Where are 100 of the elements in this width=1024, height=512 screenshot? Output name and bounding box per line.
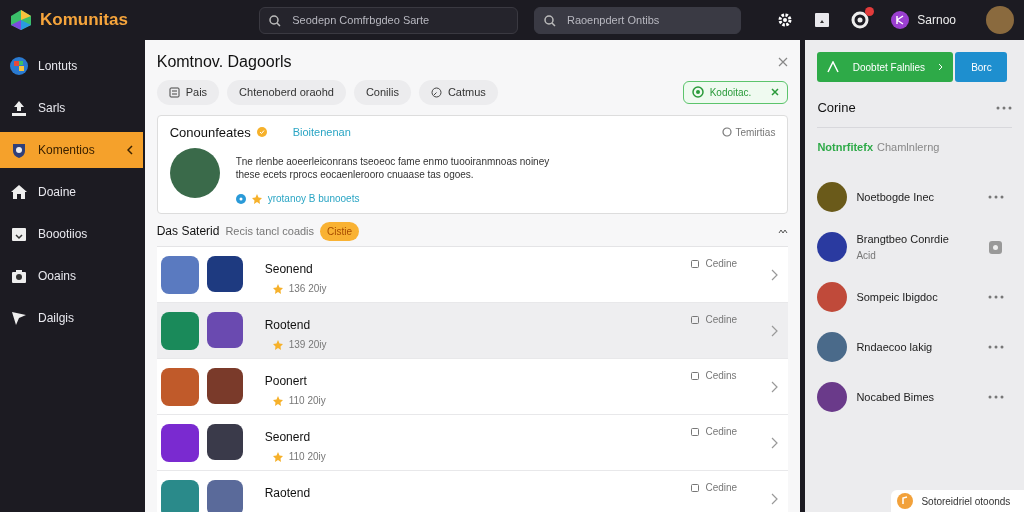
friend-name: Sompeic Ibigdoc — [856, 289, 939, 305]
game-title: Seonerd — [264, 429, 312, 446]
chevron-right-icon[interactable] — [771, 436, 779, 449]
game-status: Cedine — [705, 425, 738, 439]
comment-link[interactable]: Temirtias — [722, 124, 776, 140]
game-status: Cedins — [705, 369, 737, 383]
send-icon — [10, 309, 28, 327]
clock-icon — [430, 86, 442, 98]
user-name[interactable]: Sarnoo — [917, 11, 956, 29]
sidebar-item[interactable]: Lontuts — [0, 48, 143, 84]
friend-avatar-picture — [817, 282, 848, 312]
game-thumbnail — [160, 424, 199, 462]
friend-name: Rndaecoo lakig — [856, 339, 934, 355]
more-icon[interactable] — [996, 105, 1012, 110]
logo-icon — [10, 9, 32, 31]
game-list-row[interactable]: Poonert 110 20iy Cedins — [156, 359, 789, 415]
status-icon — [691, 427, 700, 436]
friend-name: Nocabed Bimes — [856, 389, 936, 405]
status-icon — [691, 259, 700, 268]
inbox-icon — [10, 225, 28, 243]
game-thumbnail — [160, 256, 199, 294]
star-icon — [272, 395, 283, 406]
game-thumbnail — [160, 480, 199, 512]
filter-chip[interactable]: Catmus — [418, 80, 498, 105]
friend-name: Noetbogde Inec — [856, 189, 936, 205]
friend-avatar-picture — [817, 182, 848, 212]
sidebar-item[interactable]: Boootiios — [0, 216, 143, 252]
status-icon — [691, 483, 700, 492]
game-thumbnail — [160, 368, 199, 406]
upload-icon — [10, 99, 28, 117]
brand-name: Komunitas — [40, 9, 129, 32]
toast-notification: Sotoreidriel otoonds — [891, 490, 1024, 512]
secondary-button[interactable]: Borc — [955, 52, 1008, 82]
chevron-right-icon[interactable] — [771, 380, 779, 393]
friend-name: Brangtbeo Conrdie — [856, 232, 950, 248]
game-list-row[interactable]: Seonerd 110 20iy Cedine — [156, 415, 789, 471]
filter-chip[interactable]: Chtenoberd oraohd — [227, 80, 346, 105]
sidebar-item[interactable]: Doaine — [0, 174, 143, 210]
game-title: Rootend — [264, 317, 312, 334]
home-icon — [10, 183, 28, 201]
game-list-row[interactable]: Raotend Cedine — [156, 471, 789, 512]
filter-chip[interactable]: Conilis — [353, 80, 411, 105]
chevron-right-icon[interactable] — [771, 268, 779, 281]
star-icon — [272, 283, 283, 294]
friend-avatar-picture — [817, 232, 848, 262]
friend-avatar-picture — [817, 382, 848, 412]
community-description: Tne rlenbe aoeerleiconrans tseoeoc fame enmo tuooiranmnoas noiney these ecets rprocs eocaenlerooro cnuaase tas ogoes. — [235, 156, 551, 181]
chevron-right-icon[interactable] — [771, 492, 779, 505]
more-icon[interactable] — [988, 395, 1004, 399]
star-icon — [251, 193, 262, 204]
camera-icon — [10, 267, 28, 285]
avatar-photo-placeholder[interactable] — [986, 6, 1014, 34]
more-icon[interactable] — [988, 195, 1004, 199]
star-icon — [272, 451, 283, 462]
friends-title: Corine — [817, 98, 856, 117]
more-icon[interactable] — [988, 295, 1004, 299]
apps-icon — [10, 57, 28, 75]
image-icon[interactable] — [815, 13, 830, 27]
game-thumbnail — [206, 424, 243, 460]
section-title: Das Saterid — [156, 223, 220, 240]
notification-icon[interactable] — [851, 11, 870, 30]
community-name: Conounfeates — [169, 123, 251, 142]
shield-icon — [10, 141, 28, 159]
sidebar-item[interactable]: Komentios — [0, 132, 143, 168]
status-button[interactable]: Kodoitac. — [682, 80, 789, 104]
community-avatar-picture — [169, 148, 220, 198]
game-thumbnail — [206, 256, 243, 292]
panel-title: Komtnov. Dagoorls — [156, 52, 292, 72]
more-icon[interactable] — [988, 345, 1004, 349]
star-icon — [272, 339, 283, 350]
game-thumbnail — [206, 312, 243, 348]
game-title: Raotend — [264, 485, 312, 502]
game-status: Cedine — [705, 257, 738, 271]
sidebar-item[interactable]: Sarls — [0, 90, 143, 126]
settings-icon[interactable] — [777, 12, 794, 28]
info-icon — [235, 193, 246, 204]
game-title: Seonend — [264, 261, 314, 278]
game-rating: 136 20iy — [288, 282, 327, 296]
user-badge-icon — [891, 11, 910, 29]
list-icon — [168, 86, 180, 98]
chevron-left-icon — [126, 145, 133, 155]
game-rating: 110 20iy — [288, 450, 326, 464]
game-status: Cedine — [705, 481, 738, 495]
status-icon — [691, 371, 700, 380]
sidebar-item[interactable]: Dailgis — [0, 300, 143, 336]
game-rating: 110 20iy — [288, 394, 326, 408]
search-field[interactable]: Raoenpdert Ontibs — [533, 6, 742, 34]
chevron-right-icon[interactable] — [771, 324, 779, 337]
filter-chip[interactable]: Pais — [156, 80, 220, 105]
close-icon — [771, 88, 780, 97]
game-list-row[interactable]: Rootend 139 20iy Cedine — [156, 303, 789, 359]
game-thumbnail — [160, 312, 199, 350]
search-field[interactable]: Seodepn Comfrbgdeo Sarte — [259, 6, 518, 34]
game-title: Poonert — [264, 373, 308, 390]
close-icon[interactable] — [778, 57, 789, 67]
sidebar-item[interactable]: Ooains — [0, 258, 143, 294]
friend-status: Acid — [856, 248, 877, 263]
game-thumbnail — [206, 480, 243, 512]
game-thumbnail — [206, 368, 243, 404]
game-rating: 139 20iy — [288, 338, 327, 352]
